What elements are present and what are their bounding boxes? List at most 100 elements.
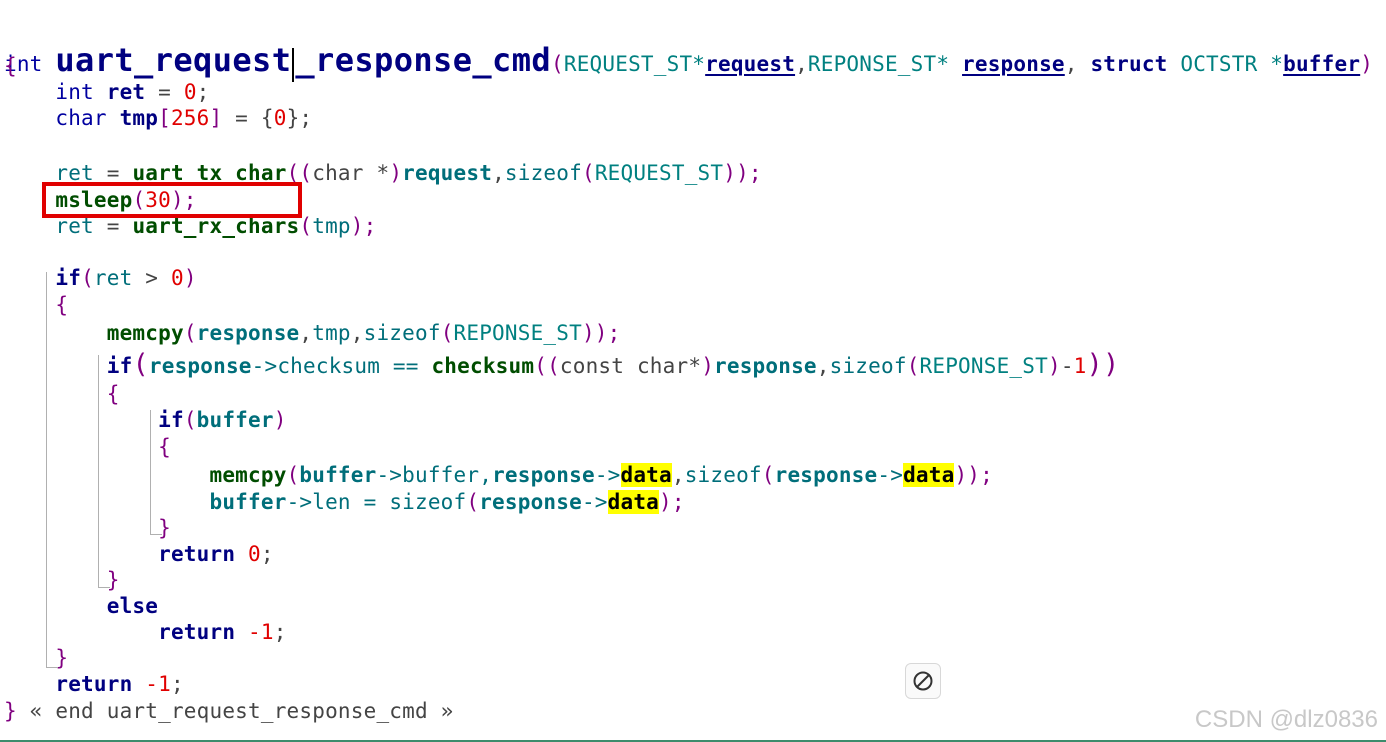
paren: ) (1047, 354, 1061, 378)
comma: , (492, 161, 505, 185)
identifier: ret (93, 266, 133, 290)
brace: { (106, 382, 120, 406)
paren: ( (906, 354, 920, 378)
paren: ( (440, 321, 454, 345)
function-name-part-b: _response_cmd (295, 41, 552, 79)
keyword: if (158, 408, 184, 432)
identifier: tmp (312, 214, 351, 238)
paren: ) (701, 354, 715, 378)
number: 256 (170, 106, 210, 130)
paren: ( (581, 161, 595, 185)
code-line[interactable]: } (4, 514, 171, 542)
code-line[interactable]: { (4, 291, 68, 319)
member-access: ->buffer, (376, 463, 493, 487)
code-line[interactable]: } (4, 566, 120, 594)
member-access: -> (581, 490, 608, 514)
punctuation: }; (286, 106, 313, 130)
identifier: buffer (196, 408, 274, 432)
highlight-box (42, 182, 302, 218)
paren: ( (551, 52, 564, 76)
paren: ( (547, 354, 560, 378)
code-line[interactable]: char tmp[256] = {0}; (4, 104, 312, 132)
code-line[interactable]: { (4, 380, 120, 408)
type: REQUEST_ST (594, 161, 724, 185)
code-line[interactable]: int ret = 0; (4, 78, 210, 106)
punctuation: ; (196, 80, 210, 104)
keyword: return (55, 672, 133, 696)
operator: = (145, 80, 184, 104)
keyword: sizeof (829, 354, 907, 378)
identifier: response (492, 463, 595, 487)
punctuation: ; (273, 620, 287, 644)
identifier: response (196, 321, 300, 345)
scope-guide (98, 355, 99, 588)
brace: { (4, 54, 17, 78)
brace: } (106, 568, 120, 592)
identifier: response (714, 354, 817, 378)
code-line[interactable]: { (4, 52, 17, 80)
paren: ( (81, 266, 94, 290)
function-call: memcpy (106, 321, 184, 345)
code-line[interactable]: } (4, 644, 68, 672)
code-line[interactable]: if(response->checksum == checksum((const… (4, 351, 1119, 379)
scope-guide (150, 534, 162, 535)
function-call: checksum (431, 354, 535, 378)
number: -1 (248, 620, 274, 644)
paren: ( (132, 349, 149, 380)
keyword: char (55, 106, 107, 130)
circle-slash-button[interactable] (905, 663, 941, 699)
keyword: if (106, 354, 133, 378)
member-access: ->len = (286, 490, 390, 514)
search-highlight: data (620, 463, 672, 487)
keyword: if (55, 266, 82, 290)
number: 0 (248, 542, 261, 566)
type: REPONSE_ST (453, 321, 582, 345)
code-line[interactable]: else (4, 592, 158, 620)
brace: { (55, 293, 69, 317)
code-line[interactable]: memcpy(response,tmp,sizeof(REPONSE_ST)); (4, 319, 621, 347)
keyword: sizeof (684, 463, 762, 487)
end-block-comment: « end uart_request_response_cmd » (16, 699, 454, 723)
number: 0 (273, 106, 287, 130)
code-line[interactable]: memcpy(buffer->buffer,response->data,siz… (4, 461, 993, 489)
punctuation: ; (260, 542, 274, 566)
code-line[interactable]: return -1; (4, 670, 184, 698)
param-type: REQUEST_ST* (563, 52, 706, 76)
cast: char * (312, 161, 390, 185)
identifier: response (774, 463, 878, 487)
code-editor[interactable]: int uart_request _response_cmd(REQUEST_ST… (0, 0, 1386, 742)
operator: > (132, 266, 171, 290)
keyword: else (106, 594, 159, 618)
paren: ) (389, 161, 403, 185)
code-line[interactable]: { (4, 433, 171, 461)
paren: )); (723, 161, 762, 185)
paren: )); (954, 463, 993, 487)
code-line[interactable]: if(ret > 0) (4, 264, 197, 292)
paren: ( (286, 463, 300, 487)
number: 0 (170, 266, 184, 290)
identifier: response (148, 354, 252, 378)
type: REPONSE_ST (919, 354, 1048, 378)
code-line[interactable]: } « end uart_request_response_cmd » (4, 697, 454, 725)
code-line[interactable]: return 0; (4, 540, 274, 568)
keyword: int (55, 80, 94, 104)
function-name-part-a: uart_request (55, 41, 292, 79)
number: 1 (1073, 354, 1087, 378)
number: 0 (183, 80, 197, 104)
identifier: buffer (299, 463, 377, 487)
watermark: CSDN @dlz0836 (1194, 706, 1378, 733)
paren: ( (761, 463, 775, 487)
comma: , (816, 354, 830, 378)
paren: ) (273, 408, 287, 432)
brace: { (158, 435, 171, 459)
comma: , (299, 321, 313, 345)
paren: ); (350, 214, 377, 238)
function-call: memcpy (209, 463, 287, 487)
code-line[interactable]: buffer->len = sizeof(response->data); (4, 488, 685, 516)
keyword: sizeof (389, 490, 467, 514)
function-signature[interactable]: int uart_request _response_cmd(REQUEST_ST… (4, 18, 1373, 82)
paren: ) (1360, 52, 1374, 76)
identifier: tmp (119, 106, 159, 130)
comma: , (795, 52, 808, 76)
